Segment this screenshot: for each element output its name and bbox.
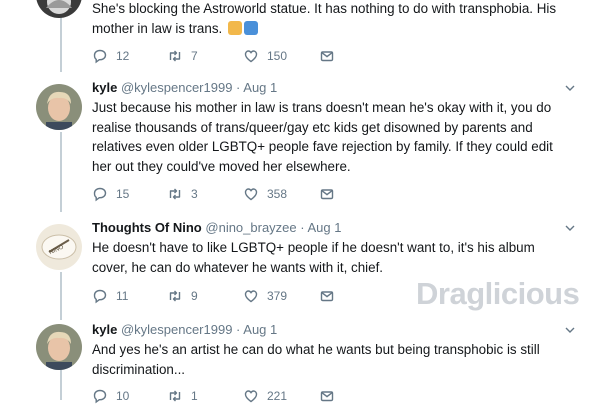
- reply-count: 15: [116, 187, 130, 201]
- retweet-icon: [169, 50, 181, 62]
- retweet-button[interactable]: 3: [167, 186, 198, 202]
- tweet-text-line: cover, he can do whatever he wants with …: [92, 259, 384, 275]
- tweet-header: kyle @kylespencer1999 · Aug 1: [92, 80, 570, 96]
- tweet[interactable]: kyle @kylespencer1999 · Aug 1 Just becau…: [0, 80, 600, 208]
- user-handle[interactable]: @kylespencer1999: [121, 322, 232, 337]
- retweet-button[interactable]: 7: [167, 48, 198, 64]
- user-handle[interactable]: @kylespencer1999: [121, 80, 232, 95]
- tweet-header: Thoughts Of Nino @nino_brayzee · Aug 1: [92, 220, 570, 236]
- tweet-text-line: relatives even older LGBTQ+ people fave …: [92, 139, 553, 154]
- tweet-text: She's blocking the Astroworld statue. It…: [92, 0, 570, 38]
- retweet-button[interactable]: 9: [167, 288, 198, 304]
- watermark-logo: Draglicious: [416, 276, 580, 311]
- tweet-text-line: And yes he's an artist he can do what he…: [92, 342, 540, 357]
- message-button[interactable]: [319, 186, 335, 202]
- tweet[interactable]: kyle @kylespencer1999 · Aug 1 And yes he…: [0, 322, 600, 404]
- like-button[interactable]: 150: [243, 48, 287, 64]
- reply-button[interactable]: 11: [92, 288, 128, 304]
- tweet-text: He doesn't have to like LGBTQ+ people if…: [92, 238, 570, 277]
- heart-icon: [244, 50, 258, 63]
- user-handle[interactable]: @nino_brayzee: [205, 220, 296, 235]
- retweet-icon: [169, 188, 181, 200]
- tweet-header: kyle @kylespencer1999 · Aug 1: [92, 322, 570, 338]
- like-count: 358: [267, 187, 288, 201]
- reply-count: 11: [116, 289, 129, 303]
- retweet-count: 9: [191, 289, 198, 303]
- message-button[interactable]: [319, 388, 335, 404]
- tweet-text-line: Just because his mother in law is trans …: [92, 100, 552, 115]
- avatar[interactable]: [36, 324, 82, 370]
- tweet-date[interactable]: · Aug 1: [236, 322, 277, 337]
- retweet-button[interactable]: 1: [167, 388, 198, 404]
- tweet-text-line: He doesn't have to like LGBTQ+ people if…: [92, 240, 535, 255]
- retweet-icon: [169, 390, 181, 402]
- message-button[interactable]: [319, 288, 335, 304]
- tweet-text: And yes he's an artist he can do what he…: [92, 340, 570, 379]
- retweet-icon: [169, 290, 181, 302]
- like-count: 221: [267, 389, 288, 403]
- reply-button[interactable]: 15: [92, 186, 129, 202]
- display-name[interactable]: Thoughts Of Nino: [92, 220, 202, 235]
- message-button[interactable]: [319, 48, 335, 64]
- like-count: 379: [267, 289, 288, 303]
- like-count: 150: [267, 49, 288, 63]
- reply-icon: [93, 49, 107, 64]
- reply-button[interactable]: 12: [92, 48, 129, 64]
- chevron-down-icon[interactable]: [564, 82, 576, 94]
- heart-icon: [244, 290, 258, 303]
- reply-button[interactable]: 10: [92, 388, 129, 404]
- heart-icon: [244, 390, 258, 403]
- envelope-icon: [320, 189, 334, 200]
- tweet-text-line: realise thousands of trans/queer/gay etc…: [92, 119, 533, 135]
- tweet[interactable]: She's blocking the Astroworld statue. It…: [0, 0, 600, 70]
- reply-count: 10: [116, 389, 130, 403]
- reply-icon: [93, 389, 107, 404]
- woman-gesturing-emoji: [227, 20, 242, 35]
- envelope-icon: [320, 291, 334, 302]
- tweet-text-line: She's blocking the Astroworld statue. It…: [92, 1, 557, 16]
- envelope-icon: [320, 391, 334, 402]
- retweet-count: 7: [191, 49, 198, 63]
- retweet-count: 1: [191, 389, 198, 403]
- reply-icon: [93, 187, 107, 202]
- tweet-date[interactable]: · Aug 1: [236, 80, 277, 95]
- like-button[interactable]: 379: [243, 288, 287, 304]
- chevron-down-icon[interactable]: [564, 324, 576, 336]
- tweet-date[interactable]: · Aug 1: [300, 220, 341, 235]
- heart-icon: [244, 188, 258, 201]
- tweet-text-line: her out they could've moved her elsewher…: [92, 158, 351, 174]
- envelope-icon: [320, 51, 334, 62]
- display-name[interactable]: kyle: [92, 80, 117, 95]
- tweet-text: Just because his mother in law is trans …: [92, 98, 570, 176]
- chevron-down-icon[interactable]: [564, 222, 576, 234]
- person-shrugging-emoji: [243, 20, 258, 35]
- avatar[interactable]: NINO: [36, 224, 82, 270]
- display-name[interactable]: kyle: [92, 322, 117, 337]
- reply-count: 12: [116, 49, 130, 63]
- like-button[interactable]: 221: [243, 388, 287, 404]
- avatar[interactable]: [36, 0, 82, 18]
- like-button[interactable]: 358: [243, 186, 287, 202]
- tweet-text-line: discrimination...: [92, 361, 186, 377]
- reply-icon: [93, 289, 107, 304]
- retweet-count: 3: [191, 187, 198, 201]
- tweet-text-line: mother in law is trans.: [92, 20, 223, 36]
- avatar[interactable]: [36, 84, 82, 130]
